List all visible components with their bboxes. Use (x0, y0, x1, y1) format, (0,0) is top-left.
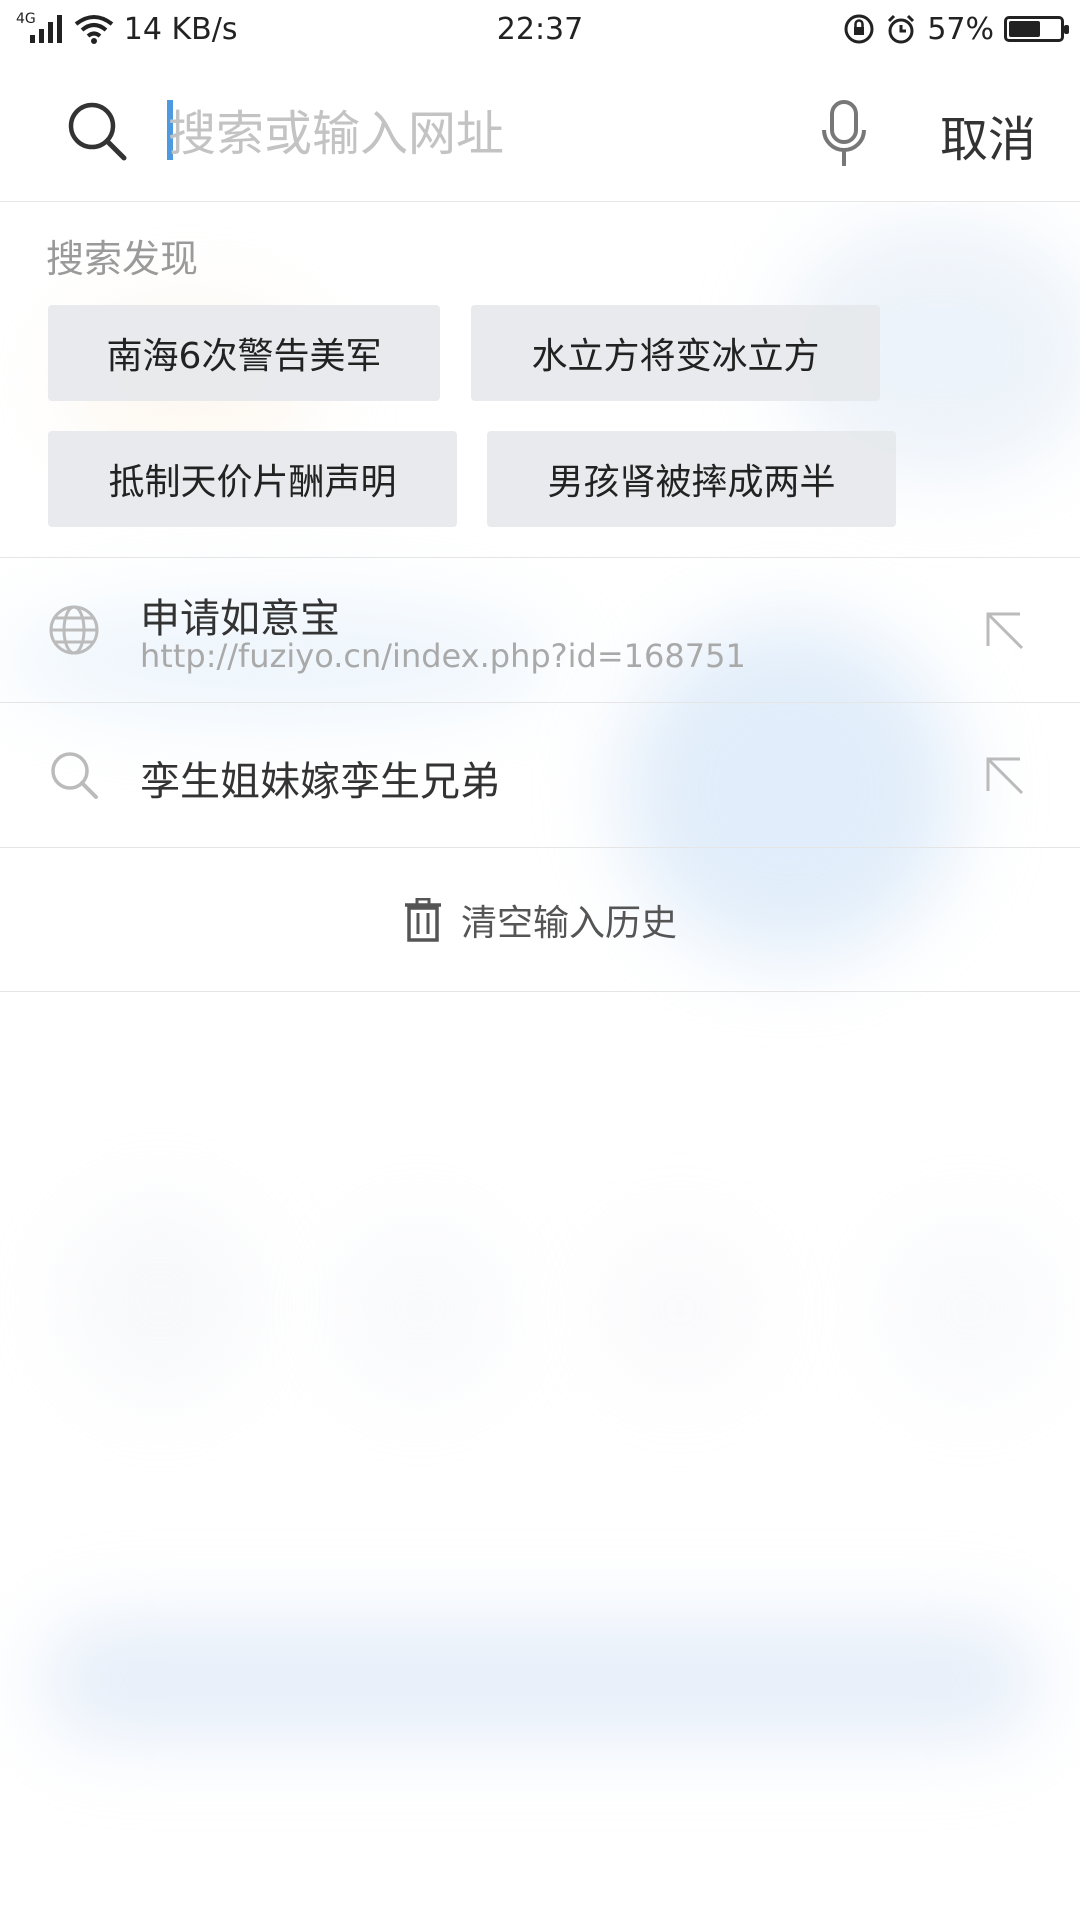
battery-percent: 57% (927, 11, 994, 47)
battery-icon (1004, 16, 1069, 42)
alarm-icon (888, 14, 915, 44)
net-speed: 14 KB/s (123, 11, 238, 47)
search-input[interactable] (168, 98, 788, 170)
rotation-lock-icon (844, 14, 874, 44)
trash-icon (404, 897, 441, 942)
discover-chip[interactable]: 抵制天价片酬声明 (48, 431, 457, 527)
status-left: 4G 14 KB/s (16, 11, 238, 47)
history-item[interactable]: 申请如意宝 http://fuziyo.cn/index.php?id=1687… (0, 558, 1080, 702)
discover-title: 搜索发现 (46, 237, 199, 281)
microphone-icon[interactable] (818, 98, 870, 170)
background-blur (600, 1230, 760, 1390)
search-icon (51, 752, 98, 799)
discover-chip[interactable]: 水立方将变冰立方 (471, 305, 880, 401)
globe-icon (49, 605, 99, 655)
battery-level (1009, 21, 1040, 37)
history-item[interactable]: 孪生姐妹嫁孪生兄弟 (0, 703, 1080, 847)
clear-history-button[interactable]: 清空输入历史 (0, 848, 1080, 991)
discover-chip[interactable]: 男孩肾被摔成两半 (487, 431, 896, 527)
background-blur (60, 1200, 260, 1400)
history-title: 孪生姐妹嫁孪生兄弟 (140, 759, 500, 805)
status-right: 57% (843, 11, 1069, 47)
search-discover-section: 搜索发现 南海6次警告美军 水立方将变冰立方 抵制天价片酬声明 男孩肾被摔成两半 (0, 202, 1080, 558)
background-blur (40, 1620, 1040, 1740)
clear-history-label: 清空输入历史 (460, 902, 677, 944)
discover-chip[interactable]: 南海6次警告美军 (48, 305, 440, 401)
fill-arrow-icon[interactable] (984, 755, 1024, 795)
search-icon[interactable] (66, 100, 130, 164)
cancel-button[interactable]: 取消 (940, 100, 1036, 170)
status-bar: 4G 14 KB/s 22:37 57% (0, 0, 1080, 58)
wifi-icon (74, 15, 113, 44)
history-title: 申请如意宝 (140, 596, 340, 642)
divider (0, 991, 1080, 992)
search-header: 取消 (0, 58, 1080, 202)
fill-arrow-icon[interactable] (984, 610, 1024, 650)
network-type: 4G (16, 11, 36, 27)
background-blur (880, 1220, 1060, 1400)
history-url: http://fuziyo.cn/index.php?id=168751 (140, 637, 746, 675)
background-blur (330, 1220, 510, 1400)
